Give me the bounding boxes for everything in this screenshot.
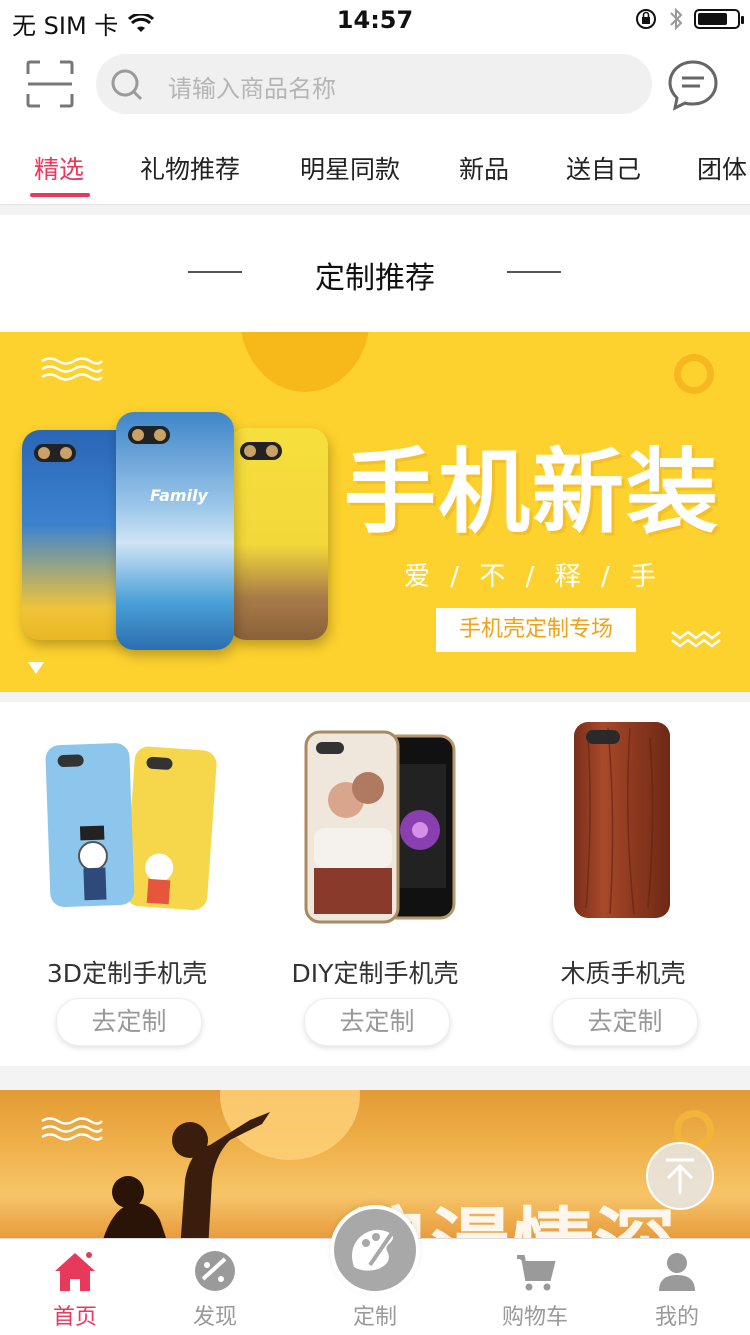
product-image-wood-case [574,722,670,918]
product-card-diy[interactable]: DIY定制手机壳 去定制 [250,702,500,1066]
nav-home[interactable]: 首页 [0,1239,150,1335]
product-card-3d[interactable]: 3D定制手机壳 去定制 [2,702,252,1066]
battery-icon [694,9,744,29]
search-placeholder: 请输入商品名称 [168,75,336,103]
tab-for-self[interactable]: 送自己 [566,150,641,186]
status-bar: 无 SIM 卡 14:57 [0,0,750,40]
divider [0,205,750,215]
decor-circle [240,332,370,392]
palette-icon [195,1251,235,1291]
decor-ring [674,354,714,394]
nav-label: 我的 [654,1305,699,1330]
battery-fill [698,13,727,25]
banner-tag: 手机壳定制专场 [436,608,636,652]
banner-headline: 手机新装 [344,439,721,546]
scroll-to-top-button[interactable] [646,1142,714,1210]
rotation-lock-icon [636,9,656,29]
wave-decoration-icon [41,357,103,381]
nav-label: 定制 [352,1305,397,1330]
nav-label: 购物车 [501,1305,568,1330]
tab-celebrity-style[interactable]: 明星同款 [300,150,400,186]
nav-label: 发现 [192,1305,237,1330]
tab-new[interactable]: 新品 [459,150,509,186]
product-card-wood[interactable]: 木质手机壳 去定制 [498,702,748,1066]
title-line-right [507,271,561,273]
product-name: 3D定制手机壳 [46,959,208,988]
scan-icon[interactable] [24,58,76,110]
banner-subtitle: 爱 / 不 / 释 / 手 [404,562,662,592]
cart-icon [517,1255,556,1291]
tab-gift-recommend[interactable]: 礼物推荐 [140,150,240,186]
nav-customize[interactable]: 定制 [300,1239,450,1335]
couple-silhouette-image [102,1112,270,1240]
product-name: 木质手机壳 [560,959,686,988]
phone-case-text: Family [150,486,208,505]
bottom-nav: 首页 发现 定制 购物车 我的 [0,1205,750,1335]
search-input[interactable]: 请输入商品名称 [96,54,652,114]
status-right [634,6,744,32]
home-icon [55,1252,95,1291]
tab-featured[interactable]: 精选 [34,150,84,186]
phone-case-image-2: Family [116,412,234,650]
divider [0,1066,750,1090]
tab-active-indicator [30,193,90,197]
product-name: DIY定制手机壳 [291,959,459,988]
search-icon [111,69,143,101]
phone-case-image-3 [228,428,328,640]
nav-label: 首页 [52,1305,97,1330]
header: 请输入商品名称 [0,40,750,130]
section-title: 定制推荐 [315,261,435,296]
product-row: 3D定制手机壳 去定制 DIY定制手机壳 去定制 木质手机壳 去定制 [0,702,750,1066]
promo-banner-phone-case[interactable]: Family 手机新装 爱 / 不 / 释 / 手 手机壳定制专场 [0,332,750,692]
zigzag-decoration-icon [671,630,721,648]
nav-cart[interactable]: 购物车 [460,1239,610,1335]
bluetooth-icon [670,7,683,31]
triangle-decoration-icon [28,662,44,674]
product-image-diy-case [304,730,456,924]
tab-group[interactable]: 团体 [697,150,747,186]
user-icon [659,1253,695,1291]
category-tabs: 精选 礼物推荐 明星同款 新品 送自己 团体 [0,130,750,205]
divider [0,692,750,702]
customize-button[interactable]: 去定制 [304,998,450,1046]
customize-button[interactable]: 去定制 [56,998,202,1046]
section-header: 定制推荐 [0,215,750,332]
nav-discover[interactable]: 发现 [140,1239,290,1335]
nav-profile[interactable]: 我的 [602,1239,750,1335]
message-icon[interactable] [666,58,720,112]
arrow-up-icon [666,1158,694,1194]
product-image-3d-case [45,743,217,911]
customize-button[interactable]: 去定制 [552,998,698,1046]
